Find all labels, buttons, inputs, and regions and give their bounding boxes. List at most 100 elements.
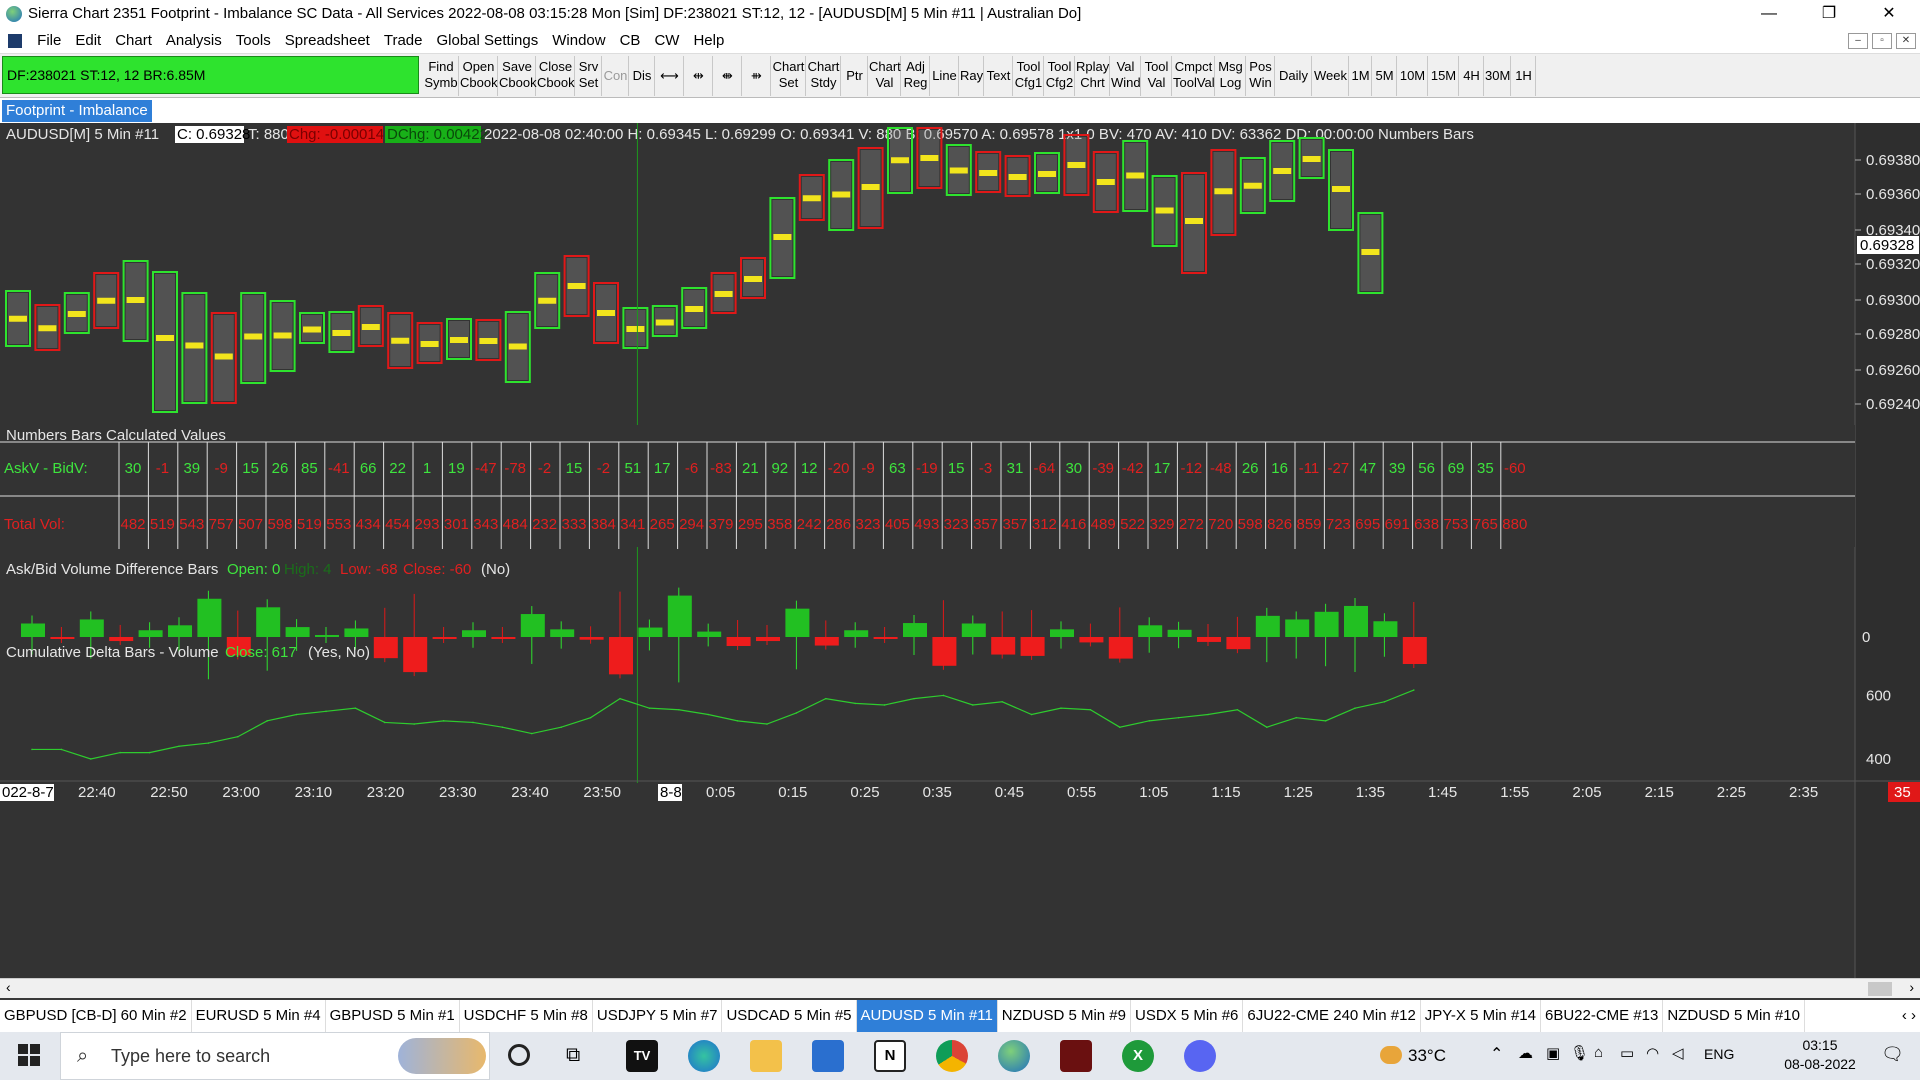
toolbar-button-1h-35[interactable]: 1H — [1512, 56, 1536, 96]
toolbar-button-15m-32[interactable]: 15M — [1429, 56, 1459, 96]
chrome-icon[interactable] — [936, 1040, 968, 1072]
weather-icon[interactable] — [1380, 1046, 1402, 1064]
toolbar-button--8[interactable]: ⇹ — [685, 56, 713, 96]
toolbar-button-rplaychrt-21[interactable]: Rplay Chrt — [1076, 56, 1110, 96]
chart-tab[interactable]: GBPUSD [CB-D] 60 Min #2 — [0, 1000, 192, 1032]
toolbar-button-text-18[interactable]: Text — [985, 56, 1013, 96]
chart-tab[interactable]: USDJPY 5 Min #7 — [593, 1000, 723, 1032]
toolbar-button-srvset-4[interactable]: Srv Set — [576, 56, 602, 96]
menu-help[interactable]: Help — [686, 28, 731, 54]
tradingview-icon[interactable]: TV — [626, 1040, 658, 1072]
microphone-icon[interactable]: 🎙 — [1570, 1044, 1589, 1062]
chart-tab[interactable]: JPY-X 5 Min #14 — [1421, 1000, 1541, 1032]
toolbar-button-toolcfg2-20[interactable]: Tool Cfg2 — [1045, 56, 1075, 96]
network-icon[interactable]: ⌂ — [1594, 1044, 1603, 1061]
temperature-label[interactable]: 33°C — [1408, 1046, 1446, 1066]
menu-edit[interactable]: Edit — [68, 28, 108, 54]
toolbar-button-line-16[interactable]: Line — [931, 56, 959, 96]
document-icon[interactable] — [8, 34, 22, 48]
chart-tab[interactable]: GBPUSD 5 Min #1 — [326, 1000, 460, 1032]
toolbar-button-5m-30[interactable]: 5M — [1373, 56, 1397, 96]
tray-chevron-icon[interactable]: ⌃ — [1490, 1044, 1503, 1064]
chart-canvas[interactable]: AUDUSD[M] 5 Min #11 C: 0.69328T: 880 Chg: … — [0, 123, 1920, 978]
toolbar-button-chartstdy-12[interactable]: Chart Stdy — [807, 56, 841, 96]
menu-file[interactable]: File — [30, 28, 68, 54]
toolbar-button-ptr-13[interactable]: Ptr — [842, 56, 868, 96]
toolbar-button-dis-6[interactable]: Dis — [630, 56, 655, 96]
discord-icon[interactable] — [1184, 1040, 1216, 1072]
menu-trade[interactable]: Trade — [377, 28, 430, 54]
wifi-icon[interactable]: ◠ — [1646, 1044, 1659, 1062]
menu-cb[interactable]: CB — [613, 28, 648, 54]
chart-tab[interactable]: 6JU22-CME 240 Min #12 — [1243, 1000, 1421, 1032]
horizontal-scrollbar[interactable]: ‹ › — [0, 978, 1920, 998]
close-button[interactable]: ✕ — [1866, 0, 1912, 28]
edge-icon[interactable] — [688, 1040, 720, 1072]
camera-icon[interactable]: ▣ — [1546, 1044, 1560, 1062]
xbox-icon[interactable]: X — [1122, 1040, 1154, 1072]
scroll-right-icon[interactable]: › — [1909, 979, 1914, 995]
toolbar-button-savecbook-2[interactable]: Save Cbook — [499, 56, 537, 96]
tab-scroll-arrows-icon[interactable]: ‹ › — [1895, 1000, 1916, 1032]
mail-icon[interactable] — [812, 1040, 844, 1072]
battery-icon[interactable]: ▭ — [1620, 1044, 1634, 1062]
file-explorer-icon[interactable] — [750, 1040, 782, 1072]
toolbar-button--10[interactable]: ⇻ — [743, 56, 771, 96]
toolbar-button-1m-29[interactable]: 1M — [1350, 56, 1372, 96]
notion-icon[interactable]: N — [874, 1040, 906, 1072]
language-indicator[interactable]: ENG — [1704, 1046, 1734, 1062]
chart-tab[interactable]: AUDUSD 5 Min #11 — [856, 1000, 998, 1032]
mdi-minimize-button[interactable]: – — [1848, 33, 1868, 49]
toolbar-button-valwind-22[interactable]: Val Wind — [1111, 56, 1141, 96]
toolbar-button-4h-33[interactable]: 4H — [1460, 56, 1484, 96]
minimize-button[interactable]: — — [1746, 0, 1792, 28]
chart-tab[interactable]: USDCAD 5 Min #5 — [722, 1000, 857, 1032]
study-tab-footprint[interactable]: Footprint - Imbalance — [2, 100, 152, 122]
chart-tab[interactable]: USDCHF 5 Min #8 — [460, 1000, 593, 1032]
app-icon-red[interactable] — [1060, 1040, 1092, 1072]
chart-tab[interactable]: NZDUSD 5 Min #10 — [1663, 1000, 1805, 1032]
windows-start-icon[interactable] — [18, 1044, 40, 1066]
toolbar-button-cmpcttoolval-24[interactable]: Cmpct ToolVal — [1173, 56, 1215, 96]
toolbar-button--7[interactable]: ⟷ — [656, 56, 684, 96]
chart-tab[interactable]: USDX 5 Min #6 — [1131, 1000, 1244, 1032]
menu-cw[interactable]: CW — [647, 28, 686, 54]
chart-tab[interactable]: 6BU22-CME #13 — [1541, 1000, 1664, 1032]
cortana-icon[interactable] — [508, 1044, 530, 1066]
toolbar-button-adjreg-15[interactable]: Adj Reg — [902, 56, 930, 96]
menu-chart[interactable]: Chart — [108, 28, 159, 54]
toolbar-button-toolval-23[interactable]: Tool Val — [1142, 56, 1172, 96]
chart-tab[interactable]: EURUSD 5 Min #4 — [192, 1000, 326, 1032]
taskbar-clock[interactable]: 03:15 08-08-2022 — [1780, 1036, 1860, 1074]
toolbar-button-chartval-14[interactable]: Chart Val — [869, 56, 901, 96]
toolbar-button-poswin-26[interactable]: Pos Win — [1247, 56, 1275, 96]
toolbar-button-week-28[interactable]: Week — [1313, 56, 1349, 96]
volume-icon[interactable]: ◁ — [1672, 1044, 1684, 1062]
notifications-icon[interactable]: 🗨 — [1881, 1044, 1904, 1065]
scroll-left-icon[interactable]: ‹ — [6, 979, 11, 995]
task-view-icon[interactable]: ⧉ — [566, 1044, 580, 1067]
menu-tools[interactable]: Tools — [229, 28, 278, 54]
chart-area[interactable]: AUDUSD[M] 5 Min #11 C: 0.69328 T: 880 Chg: … — [0, 123, 1920, 978]
menu-window[interactable]: Window — [545, 28, 612, 54]
toolbar-button-30m-34[interactable]: 30M — [1485, 56, 1511, 96]
scroll-thumb[interactable] — [1868, 982, 1892, 996]
sierra-chart-icon[interactable] — [998, 1040, 1030, 1072]
toolbar-button-chartset-11[interactable]: Chart Set — [772, 56, 806, 96]
toolbar-button-msglog-25[interactable]: Msg Log — [1216, 56, 1246, 96]
toolbar-button--9[interactable]: ⇼ — [714, 56, 742, 96]
toolbar-button-con-5[interactable]: Con — [603, 56, 629, 96]
onedrive-icon[interactable]: ☁ — [1518, 1044, 1533, 1062]
toolbar-button-daily-27[interactable]: Daily — [1276, 56, 1312, 96]
toolbar-button-10m-31[interactable]: 10M — [1398, 56, 1428, 96]
toolbar-button-closecbook-3[interactable]: Close Cbook — [537, 56, 575, 96]
toolbar-button-opencbook-1[interactable]: Open Cbook — [460, 56, 498, 96]
menu-spreadsheet[interactable]: Spreadsheet — [278, 28, 377, 54]
chart-tab[interactable]: NZDUSD 5 Min #9 — [998, 1000, 1131, 1032]
menu-analysis[interactable]: Analysis — [159, 28, 229, 54]
maximize-button[interactable]: ❐ — [1806, 0, 1852, 28]
toolbar-button-toolcfg1-19[interactable]: Tool Cfg1 — [1014, 56, 1044, 96]
toolbar-button-ray-17[interactable]: Ray — [960, 56, 984, 96]
mdi-restore-button[interactable]: ▫ — [1872, 33, 1892, 49]
mdi-close-button[interactable]: ✕ — [1896, 33, 1916, 49]
